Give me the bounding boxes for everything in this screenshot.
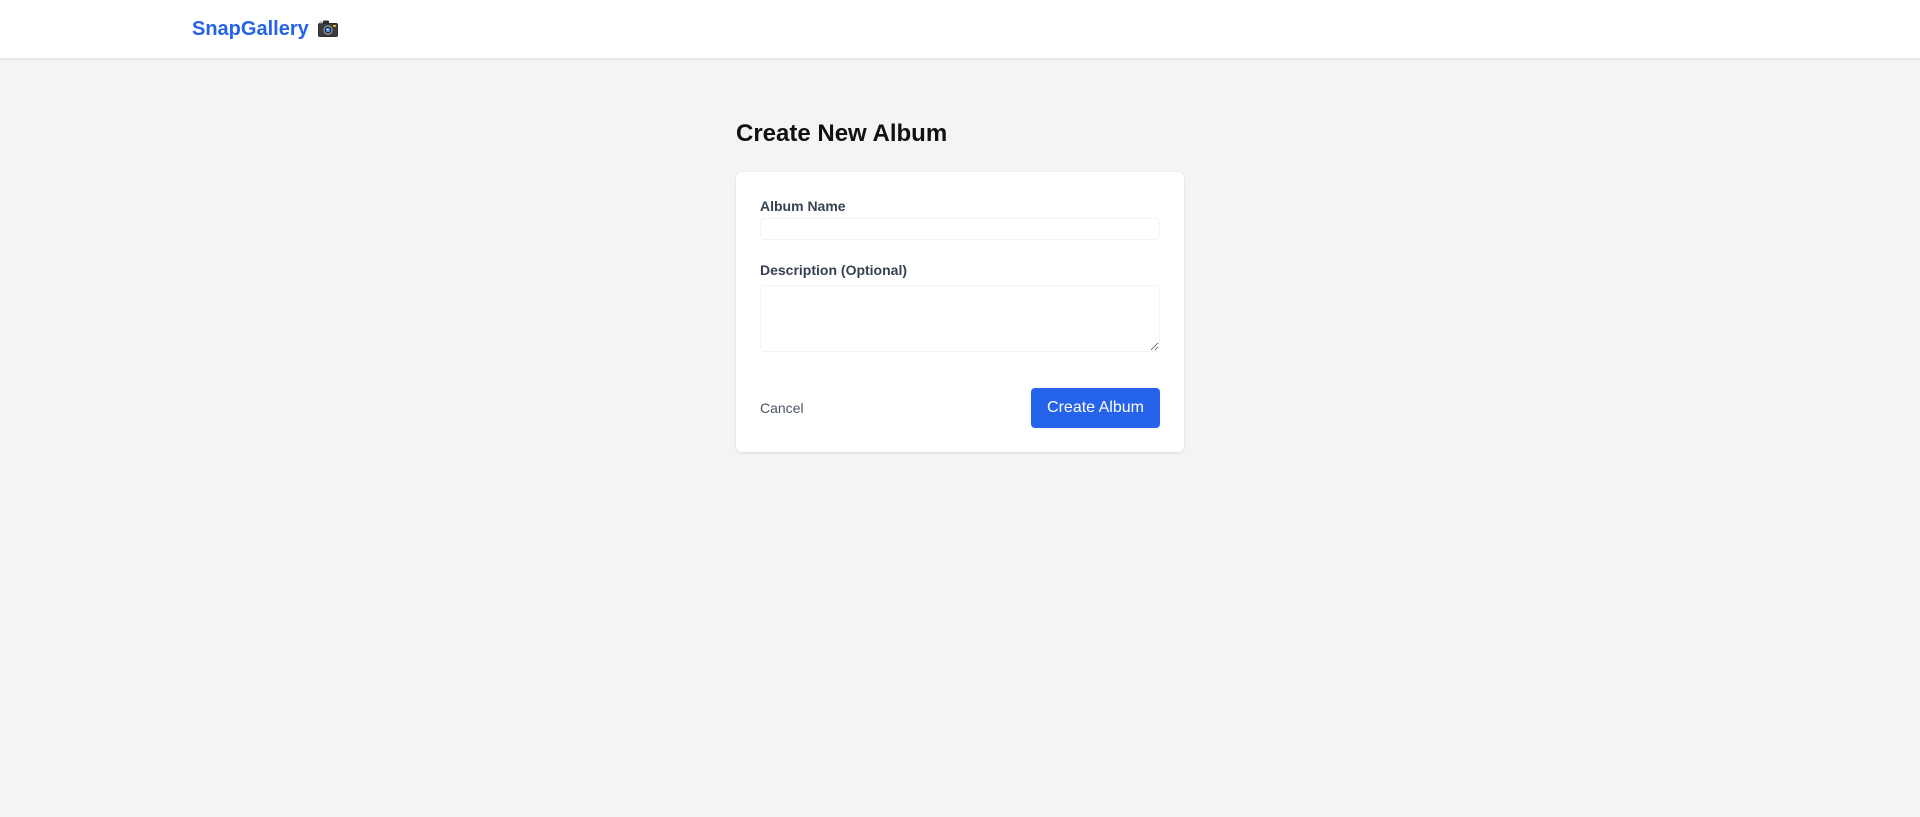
create-album-form: Album Name Description (Optional) Cancel… <box>736 172 1184 452</box>
top-navbar: SnapGallery <box>0 0 1920 59</box>
cancel-link[interactable]: Cancel <box>760 398 804 418</box>
camera-icon <box>316 17 340 41</box>
page-title: Create New Album <box>736 120 948 147</box>
album-name-label: Album Name <box>760 198 846 214</box>
create-album-button[interactable]: Create Album <box>1031 388 1160 428</box>
album-name-input[interactable] <box>760 218 1160 240</box>
description-label: Description (Optional) <box>760 262 907 278</box>
brand-name: SnapGallery <box>192 18 309 40</box>
description-textarea[interactable] <box>760 285 1160 352</box>
brand-logo-link[interactable]: SnapGallery <box>192 17 340 41</box>
